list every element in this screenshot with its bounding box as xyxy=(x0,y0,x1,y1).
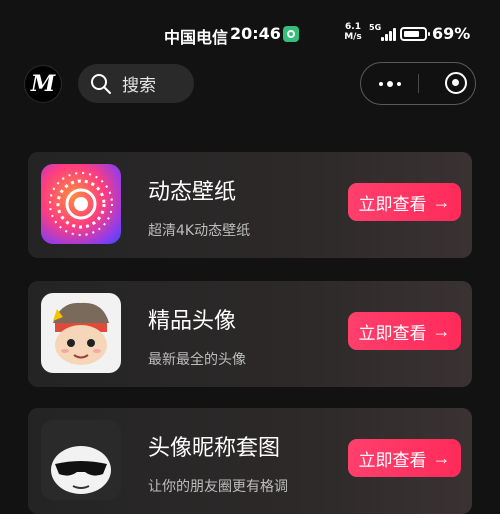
app-notification-icon xyxy=(283,26,299,42)
card-subtitle: 超清4K动态壁纸 xyxy=(148,223,251,239)
card-title: 头像昵称套图 xyxy=(148,436,281,461)
view-now-button[interactable]: 立即查看 → xyxy=(348,183,461,221)
network-type: 5G xyxy=(369,23,382,32)
live-wallpaper-icon xyxy=(41,164,121,244)
app-logo[interactable]: M xyxy=(24,65,62,103)
cartoon-avatar-icon xyxy=(41,293,121,373)
signal-icon: 5G xyxy=(369,23,397,43)
battery-percent: 69% xyxy=(432,24,471,43)
button-label: 立即查看 xyxy=(358,194,427,214)
sunglasses-face-icon xyxy=(41,420,121,500)
card-title: 精品头像 xyxy=(148,309,237,334)
search-bar[interactable]: 搜索 xyxy=(78,64,194,103)
card-subtitle: 让你的朋友圈更有格调 xyxy=(148,479,288,495)
mini-program-capsule xyxy=(360,62,476,105)
view-now-button[interactable]: 立即查看 → xyxy=(348,439,461,477)
search-placeholder: 搜索 xyxy=(122,76,156,96)
button-label: 立即查看 xyxy=(358,450,427,470)
close-mini-program-icon[interactable] xyxy=(445,72,467,94)
card-subtitle: 最新最全的头像 xyxy=(148,352,246,368)
arrow-right-icon: → xyxy=(432,320,451,341)
card-live-wallpaper[interactable]: 动态壁纸 超清4K动态壁纸 立即查看 → xyxy=(28,152,472,258)
carrier-label: 中国电信 xyxy=(164,28,229,47)
button-label: 立即查看 xyxy=(358,323,427,343)
time-label: 20:46 xyxy=(230,24,281,43)
card-avatar-nickname-set[interactable]: 头像昵称套图 让你的朋友圈更有格调 立即查看 → xyxy=(28,408,472,514)
search-icon xyxy=(91,73,111,94)
logo-text: M xyxy=(30,71,56,97)
view-now-button[interactable]: 立即查看 → xyxy=(348,312,461,350)
arrow-right-icon: → xyxy=(432,191,451,212)
more-options-icon[interactable] xyxy=(374,74,406,94)
battery-icon xyxy=(400,27,430,41)
network-speed: 6.1 M/s xyxy=(344,22,362,42)
status-bar: 中国电信 20:46 6.1 M/s 5G 69% xyxy=(0,0,500,66)
arrow-right-icon: → xyxy=(432,447,451,468)
card-avatars[interactable]: 精品头像 最新最全的头像 立即查看 → xyxy=(28,281,472,387)
card-title: 动态壁纸 xyxy=(148,180,237,205)
